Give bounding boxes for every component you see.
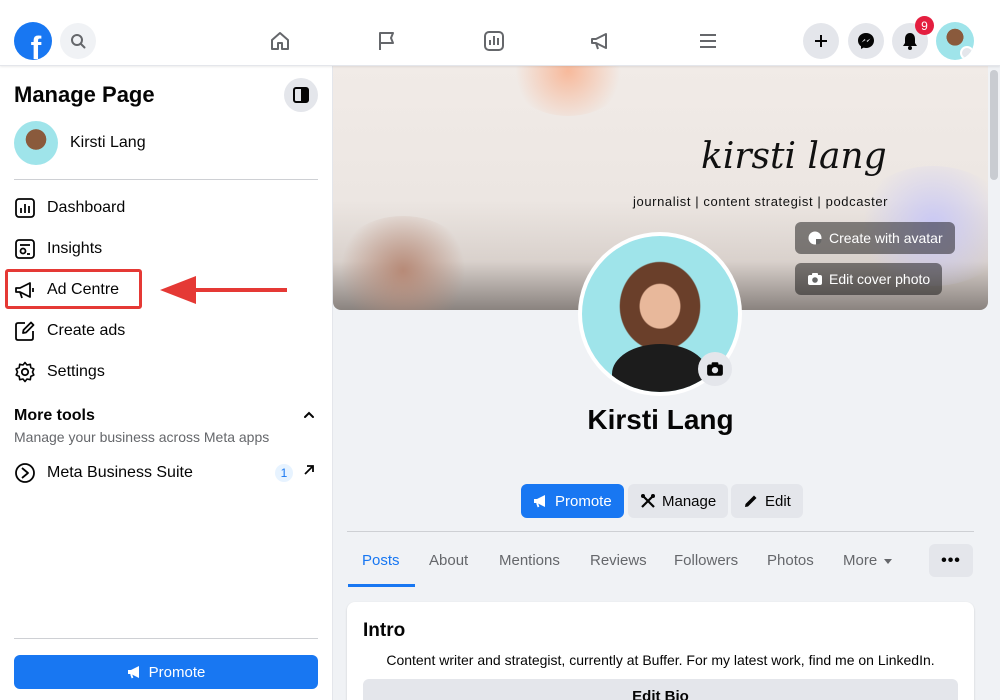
notification-badge: 9: [915, 16, 934, 35]
page-main-content: kirsti lang journalist | content strateg…: [333, 66, 1000, 700]
messenger-button[interactable]: [848, 23, 884, 59]
avatar: [14, 121, 58, 165]
camera-icon: [808, 273, 822, 285]
dashboard-icon: [14, 197, 36, 219]
edit-bio-button[interactable]: Edit Bio: [363, 679, 958, 700]
sidebar-collapse-button[interactable]: [284, 78, 318, 112]
sidebar-item-dashboard[interactable]: Dashboard: [14, 193, 125, 223]
sidebar-item-settings[interactable]: Settings: [14, 357, 105, 387]
external-link-icon[interactable]: [303, 463, 315, 479]
search-button[interactable]: [60, 23, 96, 59]
caret-down-icon: [884, 558, 893, 564]
edit-button[interactable]: Edit: [731, 484, 803, 518]
tab-followers[interactable]: Followers: [674, 552, 738, 569]
intro-bio-text: Content writer and strategist, currently…: [386, 652, 935, 668]
create-button[interactable]: [803, 23, 839, 59]
camera-icon: [707, 362, 723, 376]
insights-chart-icon[interactable]: [481, 28, 507, 54]
plus-icon: [815, 35, 827, 47]
sidebar-item-label: Settings: [47, 363, 105, 380]
sidebar-item-label: Insights: [47, 240, 103, 257]
bell-icon: [903, 33, 917, 50]
sidebar-item-insights[interactable]: Insights: [14, 234, 102, 264]
chevron-up-icon[interactable]: [302, 408, 316, 427]
tab-about[interactable]: About: [429, 552, 468, 569]
sidebar-item-label: Create ads: [47, 322, 126, 339]
annotation-arrow: [160, 276, 287, 304]
tab-reviews[interactable]: Reviews: [590, 552, 647, 569]
annotation-highlight-box: [5, 269, 142, 309]
search-icon: [71, 34, 86, 49]
insights-icon: [14, 238, 36, 260]
cover-script-name: kirsti lang: [701, 136, 887, 177]
tab-photos[interactable]: Photos: [767, 552, 814, 569]
tab-posts[interactable]: Posts: [362, 552, 400, 569]
sidebar-item-label: Dashboard: [47, 199, 126, 216]
facebook-logo[interactable]: f: [14, 22, 52, 60]
manage-page-sidebar: Manage Page Kirsti Lang Dashboard Insigh…: [0, 66, 333, 700]
sidebar-profile[interactable]: Kirsti Lang: [14, 120, 146, 166]
promote-button[interactable]: Promote: [521, 484, 624, 518]
meta-business-suite-count-badge: 1: [275, 464, 293, 482]
megaphone-icon: [127, 666, 139, 679]
create-with-avatar-button[interactable]: Create with avatar: [795, 222, 955, 254]
tools-icon: [641, 494, 655, 508]
divider: [347, 531, 974, 532]
more-options-button[interactable]: •••: [929, 544, 973, 577]
tab-more[interactable]: More: [843, 552, 893, 569]
sidebar-title: Manage Page: [14, 82, 155, 107]
intro-title: Intro: [363, 620, 406, 641]
intro-card: Intro Content writer and strategist, cur…: [347, 602, 974, 700]
tab-mentions[interactable]: Mentions: [499, 552, 560, 569]
panel-toggle-icon: [293, 87, 309, 103]
sidebar-item-create-ads[interactable]: Create ads: [14, 316, 125, 346]
scrollbar[interactable]: [990, 70, 998, 180]
divider: [14, 638, 318, 639]
edit-square-icon: [14, 320, 36, 342]
menu-icon[interactable]: [695, 28, 721, 54]
manage-button[interactable]: Manage: [628, 484, 729, 518]
divider: [14, 179, 318, 180]
megaphone-nav-icon[interactable]: [588, 28, 614, 54]
more-tools-subtitle: Manage your business across Meta apps: [14, 429, 270, 445]
flag-icon[interactable]: [374, 28, 400, 54]
meta-business-suite-icon: [14, 462, 36, 484]
page-title: Kirsti Lang: [587, 404, 734, 435]
top-navigation-bar: f 9: [0, 0, 1000, 66]
pencil-icon: [745, 495, 757, 507]
cover-tagline: journalist | content strategist | podcas…: [633, 194, 889, 209]
sidebar-item-meta-business-suite[interactable]: Meta Business Suite: [14, 458, 193, 488]
sidebar-promote-button[interactable]: Promote: [14, 655, 318, 689]
sidebar-item-label: Meta Business Suite: [47, 464, 193, 481]
account-avatar[interactable]: [936, 22, 974, 60]
sidebar-profile-name: Kirsti Lang: [70, 134, 146, 151]
more-tools-title: More tools: [14, 407, 95, 424]
megaphone-icon: [534, 495, 545, 508]
avatar-sticker-icon: [808, 231, 822, 245]
gear-icon: [14, 361, 36, 383]
home-icon[interactable]: [267, 28, 293, 54]
messenger-icon: [858, 33, 874, 49]
chevron-down-icon: [960, 46, 974, 60]
active-tab-indicator: [348, 584, 415, 587]
update-profile-picture-button[interactable]: [698, 352, 732, 386]
edit-cover-photo-button[interactable]: Edit cover photo: [795, 263, 943, 295]
